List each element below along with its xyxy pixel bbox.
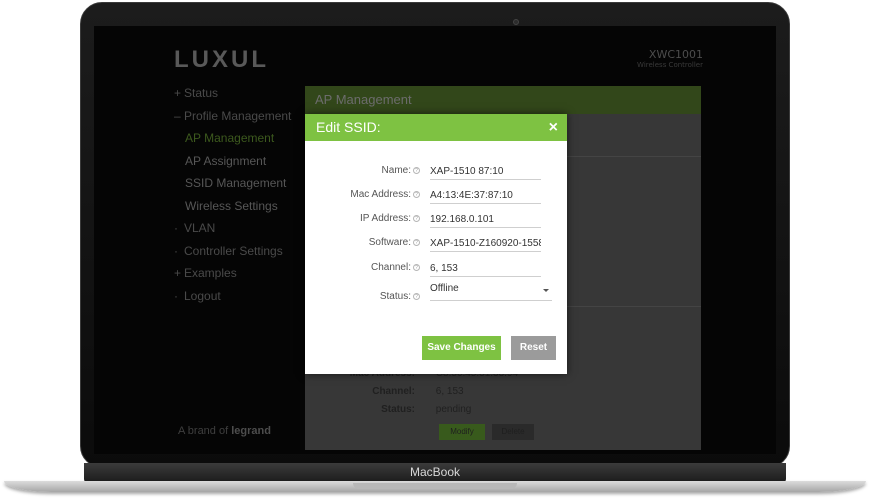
help-icon[interactable]: ? — [413, 264, 420, 271]
mac-label: Mac Address:? — [350, 189, 420, 200]
modify-button[interactable]: Modify — [439, 424, 485, 440]
delete-button[interactable]: Delete — [492, 424, 534, 440]
modal-title: Edit SSID: — [316, 119, 381, 135]
channel-label: Channel:? — [371, 262, 420, 273]
sidebar-item-label: VLAN — [184, 221, 216, 235]
label-text: Channel: — [370, 262, 411, 273]
software-field[interactable] — [430, 234, 541, 252]
form-row-software: Software:? — [305, 234, 567, 254]
device-subtitle: Wireless Controller — [637, 61, 703, 69]
ip-address-field[interactable] — [430, 210, 541, 228]
sidebar-item-label: Status — [184, 86, 219, 100]
status-select[interactable]: Offline — [430, 283, 552, 301]
legrand-logo: legrand — [231, 425, 271, 437]
help-icon[interactable]: ? — [413, 293, 420, 300]
label-text: IP Address: — [360, 213, 411, 224]
bg-value: pending — [435, 404, 472, 415]
help-icon[interactable]: ? — [413, 191, 420, 198]
camera-icon — [513, 19, 519, 25]
sidebar-item-label: Controller Settings — [184, 243, 283, 258]
mac-address-field[interactable] — [430, 186, 541, 204]
bullet-icon: · — [174, 288, 178, 303]
bullet-icon: · — [174, 243, 178, 258]
ip-label: IP Address:? — [360, 213, 420, 224]
channel-field[interactable] — [430, 259, 541, 277]
name-label: Name:? — [382, 165, 420, 176]
bg-row-status: Status: pending — [305, 404, 471, 415]
label-text: Mac Address: — [350, 189, 411, 200]
collapse-icon: – — [174, 108, 181, 123]
edit-ssid-modal: Edit SSID: × Name:? Mac Address:? IP Add… — [305, 114, 567, 374]
sidebar-item-label: Examples — [184, 266, 237, 280]
panel-title: AP Management — [305, 86, 701, 114]
laptop-notch — [353, 483, 517, 489]
bg-label: Channel: — [372, 386, 415, 397]
bullet-icon: · — [174, 221, 178, 235]
label-text: Name: — [381, 165, 411, 176]
luxul-logo: LUXUL — [174, 46, 269, 73]
form-row-mac: Mac Address:? — [305, 186, 567, 206]
reset-button[interactable]: Reset — [511, 336, 556, 360]
help-icon[interactable]: ? — [413, 167, 420, 174]
help-icon[interactable]: ? — [413, 239, 420, 246]
sidebar-item-label: Wireless Settings — [185, 198, 278, 213]
sidebar-item-label: AP Assignment — [185, 153, 267, 168]
legrand-footer: A brand of legrand — [178, 425, 271, 437]
form-row-status: Status:? Offline — [305, 283, 567, 308]
modal-header: Edit SSID: × — [305, 114, 567, 141]
device-name: XWC1001 — [648, 48, 703, 61]
bg-row-channel: Channel: 6, 153 — [305, 386, 464, 397]
expand-icon: + — [174, 266, 182, 280]
help-icon[interactable]: ? — [413, 215, 420, 222]
status-label: Status:? — [380, 291, 420, 302]
close-icon[interactable]: × — [549, 114, 558, 141]
bg-label: Status: — [381, 404, 415, 415]
software-label: Software:? — [369, 237, 420, 248]
form-row-ip: IP Address:? — [305, 210, 567, 230]
save-changes-button[interactable]: Save Changes — [422, 336, 501, 360]
device-info: XWC1001 Wireless Controller — [637, 48, 703, 69]
status-select-value: Offline — [430, 283, 459, 294]
sidebar-item-label: Profile Management — [184, 108, 292, 123]
name-field[interactable] — [430, 162, 541, 180]
chevron-down-icon — [543, 289, 549, 292]
sidebar-item-label: Logout — [184, 288, 221, 303]
label-text: Software: — [368, 237, 411, 248]
laptop-brand-label: MacBook — [409, 465, 461, 479]
footer-prefix: A brand of — [178, 425, 229, 437]
expand-icon: + — [174, 86, 182, 100]
label-text: Status: — [379, 291, 411, 302]
sidebar-item-label: SSID Management — [185, 176, 287, 190]
sidebar-item-label: AP Management — [185, 131, 275, 145]
form-row-name: Name:? — [305, 162, 567, 182]
bg-value: 6, 153 — [435, 386, 464, 397]
form-row-channel: Channel:? — [305, 259, 567, 279]
